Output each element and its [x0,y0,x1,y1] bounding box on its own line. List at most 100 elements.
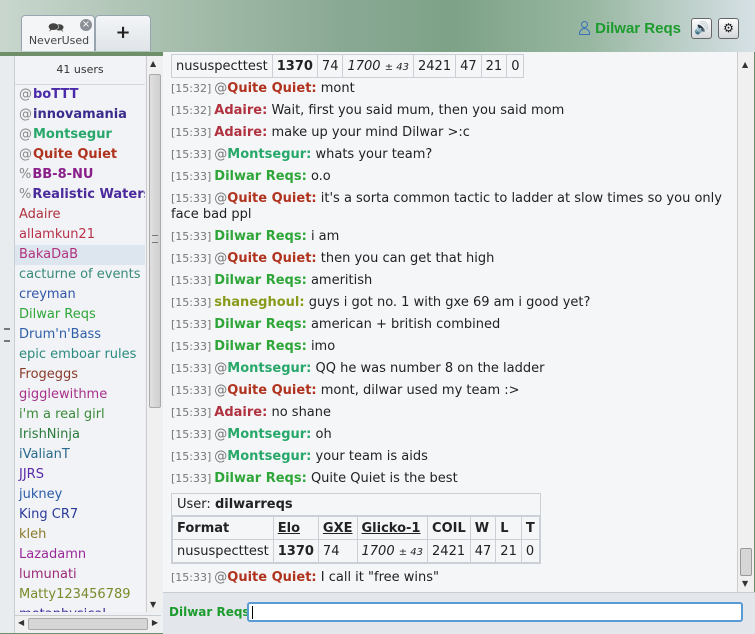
user-name[interactable]: metaphysical [19,607,106,612]
message-author-name[interactable]: Quite Quiet: [227,570,316,585]
user-name[interactable]: Matty123456789 [19,587,131,602]
message-author-name[interactable]: shaneghoul: [214,295,304,310]
userlist-item[interactable]: Drum'n'Bass [15,325,145,345]
scroll-left-icon[interactable]: ◀ [18,618,24,627]
message-author-name[interactable]: Montsegur: [227,449,311,464]
message-author[interactable]: Adaire: [214,405,267,420]
userlist-item[interactable]: @boTTT [15,85,145,105]
user-name[interactable]: gigglewithme [19,387,107,402]
userlist-item[interactable]: gigglewithme [15,385,145,405]
scroll-down-icon[interactable]: ▼ [742,579,748,588]
close-icon[interactable]: × [80,19,92,31]
userlist-item[interactable]: JJRS [15,465,145,485]
userlist-item[interactable]: %BB-8-NU [15,165,145,185]
scrollbar-thumb[interactable] [149,74,161,408]
message-author-name[interactable]: Dilwar Reqs: [214,169,307,184]
left-gutter[interactable] [0,56,15,633]
user-name[interactable]: Realistic Waters [32,187,145,202]
scroll-up-icon[interactable]: ▲ [742,60,748,69]
userlist-item[interactable]: cacturne of events [15,265,145,285]
message-author[interactable]: @Quite Quiet: [214,570,316,585]
userlist-item[interactable]: metaphysical [15,605,145,612]
message-author[interactable]: Dilwar Reqs: [214,273,307,288]
message-author-name[interactable]: Montsegur: [227,147,311,162]
userlist-item[interactable]: Adaire [15,205,145,225]
message-author-name[interactable]: Adaire: [214,125,267,140]
userlist-item[interactable]: Lazadamn [15,545,145,565]
user-name[interactable]: Drum'n'Bass [19,327,101,342]
chat-vertical-scrollbar[interactable]: ▲ ▼ [737,52,754,592]
message-author-name[interactable]: Montsegur: [227,427,311,442]
user-name[interactable]: creyman [19,287,76,302]
userlist-item[interactable]: jukney [15,485,145,505]
message-author-name[interactable]: Dilwar Reqs: [214,339,307,354]
user-name[interactable]: IrishNinja [19,427,80,442]
userlist-item[interactable]: @Quite Quiet [15,145,145,165]
message-author[interactable]: Dilwar Reqs: [214,317,307,332]
userlist-item[interactable]: BakaDaB [15,245,145,265]
user-name[interactable]: epic emboar rules [19,347,136,362]
message-author-name[interactable]: Adaire: [214,103,267,118]
userlist-item[interactable]: i'm a real girl [15,405,145,425]
sound-icon[interactable]: 🔊 [691,17,712,39]
scroll-right-icon[interactable]: ▶ [152,618,158,627]
userlist-item[interactable]: Dilwar Reqs [15,305,145,325]
user-name[interactable]: i'm a real girl [19,407,105,422]
current-username[interactable]: Dilwar Reqs [595,20,681,37]
message-author-name[interactable]: Quite Quiet: [227,81,316,96]
message-author[interactable]: Adaire: [214,125,267,140]
userlist-item[interactable]: King CR7 [15,505,145,525]
message-author-name[interactable]: Dilwar Reqs: [214,229,307,244]
userlist-item[interactable]: @Montsegur [15,125,145,145]
userlist-item[interactable]: allamkun21 [15,225,145,245]
message-author[interactable]: @Quite Quiet: [214,383,316,398]
chat-input[interactable] [247,602,743,622]
user-name[interactable]: iValianT [19,447,70,462]
userlist-item[interactable]: IrishNinja [15,425,145,445]
message-author-name[interactable]: Montsegur: [227,361,311,376]
room-tab-neverused[interactable]: 🗪 × NeverUsed [21,15,95,51]
userlist-vertical-scrollbar[interactable]: ▲ ▼ [146,56,162,612]
userlist-item[interactable]: Frogeggs [15,365,145,385]
user-name[interactable]: JJRS [19,467,44,482]
userlist-item[interactable]: iValianT [15,445,145,465]
user-name[interactable]: cacturne of events [19,267,141,282]
message-author[interactable]: Dilwar Reqs: [214,169,307,184]
scrollbar-thumb[interactable] [740,548,752,576]
scrollbar-thumb[interactable] [28,618,148,630]
user-name[interactable]: Adaire [19,207,61,222]
message-author-name[interactable]: Dilwar Reqs: [214,471,307,486]
gear-icon[interactable]: ⚙ [718,17,739,39]
userlist-item[interactable]: epic emboar rules [15,345,145,365]
user-name[interactable]: Montsegur [33,127,112,142]
scroll-up-icon[interactable]: ▲ [150,59,156,68]
message-author[interactable]: Dilwar Reqs: [214,229,307,244]
scroll-down-icon[interactable]: ▼ [150,600,156,609]
resize-grip-icon[interactable] [4,328,10,342]
message-author-name[interactable]: Dilwar Reqs: [214,273,307,288]
user-name[interactable]: lumunati [19,567,77,582]
message-author-name[interactable]: Adaire: [214,405,267,420]
user-name[interactable]: jukney [19,487,62,502]
userlist-item[interactable]: lumunati [15,565,145,585]
user-name[interactable]: Quite Quiet [33,147,117,162]
user-name[interactable]: innovamania [33,107,127,122]
user-name[interactable]: Frogeggs [19,367,78,382]
message-author[interactable]: @Montsegur: [214,361,311,376]
message-author[interactable]: Dilwar Reqs: [214,339,307,354]
userlist-item[interactable]: %Realistic Waters [15,185,145,205]
user-name[interactable]: BakaDaB [19,247,78,262]
message-author-name[interactable]: Quite Quiet: [227,251,316,266]
message-author[interactable]: @Quite Quiet: [214,81,316,96]
message-author-name[interactable]: Quite Quiet: [227,191,316,206]
user-name[interactable]: King CR7 [19,507,78,522]
message-author-name[interactable]: Dilwar Reqs: [214,317,307,332]
user-name[interactable]: kleh [19,527,46,542]
message-author[interactable]: @Montsegur: [214,449,311,464]
userlist-item[interactable]: creyman [15,285,145,305]
userlist-item[interactable]: @innovamania [15,105,145,125]
message-author[interactable]: shaneghoul: [214,295,304,310]
userlist-horizontal-scrollbar[interactable]: ◀ ▶ [15,615,161,632]
message-author[interactable]: @Quite Quiet: [214,251,316,266]
message-author[interactable]: @Montsegur: [214,147,311,162]
